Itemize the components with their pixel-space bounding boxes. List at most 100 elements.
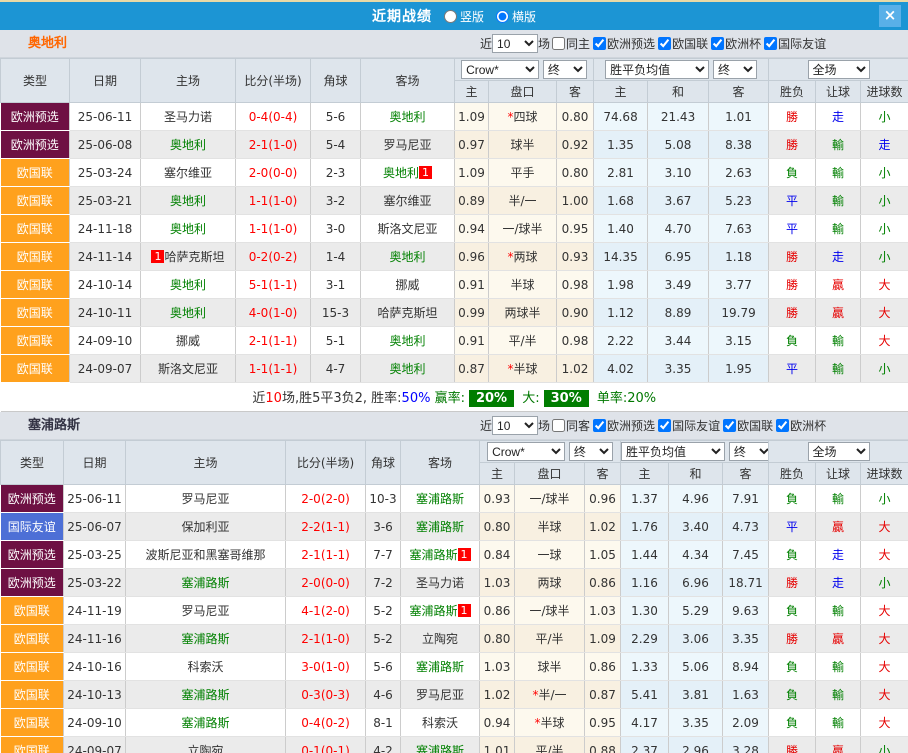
league-type-badge: 欧洲预选 <box>1 569 64 597</box>
final-select-2[interactable]: 终 <box>729 442 769 461</box>
league-filter-2[interactable]: 欧国联 <box>721 417 773 434</box>
away-team: 奥地利 <box>361 327 455 355</box>
result-goals: 大 <box>861 327 908 355</box>
league-filter-0-label: 欧洲预选 <box>607 37 655 51</box>
asterisk-mark: * <box>507 110 513 124</box>
league-filter-2[interactable]: 欧洲杯 <box>709 35 761 52</box>
corners: 3-0 <box>311 215 361 243</box>
same-venue-filter-box[interactable] <box>552 419 565 432</box>
result-outcome: 平 <box>769 187 816 215</box>
mean-draw: 6.95 <box>648 243 709 271</box>
league-type-badge: 欧国联 <box>1 271 70 299</box>
match-count-select[interactable]: 10 <box>492 416 538 435</box>
odds-handicap: 一/球半 <box>489 215 557 243</box>
result-goals: 大 <box>861 271 908 299</box>
layout-option-vertical[interactable]: 竖版 <box>438 8 484 25</box>
odds-home: 0.86 <box>480 597 515 625</box>
score: 1-1(1-1) <box>236 355 311 383</box>
fullmatch-select[interactable]: 全场 <box>808 60 870 79</box>
result-goals: 大 <box>861 625 908 653</box>
result-outcome: 勝 <box>769 103 816 131</box>
score: 0-4(0-4) <box>236 103 311 131</box>
home-team: 波斯尼亚和黑塞哥维那 <box>126 541 286 569</box>
match-date: 24-11-16 <box>64 625 126 653</box>
league-filter-0-box[interactable] <box>593 37 606 50</box>
bookmaker-select[interactable]: Crow* <box>461 60 539 79</box>
same-venue-filter-box[interactable] <box>552 37 565 50</box>
odds-away: 0.90 <box>557 299 594 327</box>
final-select-2[interactable]: 终 <box>713 60 757 79</box>
bookmaker-select[interactable]: Crow* <box>487 442 565 461</box>
league-filter-2-box[interactable] <box>723 419 736 432</box>
asterisk-mark: * <box>507 362 513 376</box>
final-select[interactable]: 终 <box>543 60 587 79</box>
odds-mean-select[interactable]: 胜平负均值 <box>605 60 709 79</box>
final-select[interactable]: 终 <box>569 442 613 461</box>
corners: 5-6 <box>311 103 361 131</box>
column-header-5: 客场 <box>401 441 480 485</box>
league-type-badge: 欧国联 <box>1 299 70 327</box>
result-goals: 小 <box>861 215 908 243</box>
away-team-name: 塞浦路斯 <box>409 548 457 562</box>
home-team-name: 塞浦路斯 <box>181 576 229 590</box>
odds-handicap: *两球 <box>489 243 557 271</box>
league-filter-0[interactable]: 欧洲预选 <box>591 417 655 434</box>
league-filter-3-box[interactable] <box>764 37 777 50</box>
away-team: 塞浦路斯1 <box>401 597 480 625</box>
home-team: 罗马尼亚 <box>126 597 286 625</box>
mean-home: 2.37 <box>621 737 669 753</box>
mean-group-header: 胜平负均值 终 <box>621 441 769 463</box>
mean-draw: 3.49 <box>648 271 709 299</box>
league-filter-0-box[interactable] <box>593 419 606 432</box>
result-handicap: 輸 <box>816 597 861 625</box>
table-row: 欧国联24-11-19罗马尼亚4-1(2-0)5-2塞浦路斯10.86一/球半1… <box>1 597 908 625</box>
home-team: 立陶宛 <box>126 737 286 753</box>
home-team-name: 奥地利 <box>170 194 206 208</box>
league-type-badge: 欧国联 <box>1 215 70 243</box>
mean-away: 8.38 <box>709 131 769 159</box>
match-date: 25-03-25 <box>64 541 126 569</box>
mean-draw: 5.08 <box>648 131 709 159</box>
vertical-radio[interactable] <box>444 10 457 23</box>
league-filter-3-box[interactable] <box>776 419 789 432</box>
mean-draw: 3.35 <box>648 355 709 383</box>
layout-option-horizontal[interactable]: 横版 <box>490 8 536 25</box>
score: 1-1(1-0) <box>236 187 311 215</box>
same-venue-filter[interactable]: 同客 <box>550 417 590 434</box>
same-venue-filter[interactable]: 同主 <box>550 35 590 52</box>
table-row: 国际友谊25-06-07保加利亚2-2(1-1)3-6塞浦路斯0.80半球1.0… <box>1 513 908 541</box>
close-button[interactable]: × <box>879 5 901 27</box>
mean-draw: 4.34 <box>669 541 723 569</box>
league-filter-0[interactable]: 欧洲预选 <box>591 35 655 52</box>
league-filter-1-box[interactable] <box>658 419 671 432</box>
league-filter-1[interactable]: 国际友谊 <box>656 417 720 434</box>
result-goals: 大 <box>861 681 908 709</box>
league-filter-3[interactable]: 欧洲杯 <box>774 417 826 434</box>
fullmatch-select[interactable]: 全场 <box>808 442 870 461</box>
result-handicap: 輸 <box>816 327 861 355</box>
horizontal-radio[interactable] <box>496 10 509 23</box>
sub-column-header-2: 客 <box>557 81 594 103</box>
home-team-name: 塞浦路斯 <box>181 688 229 702</box>
match-count-select[interactable]: 10 <box>492 34 538 53</box>
mean-away: 3.15 <box>709 327 769 355</box>
result-outcome: 負 <box>769 541 816 569</box>
score: 0-2(0-2) <box>236 243 311 271</box>
odds-mean-select[interactable]: 胜平负均值 <box>621 442 725 461</box>
summary-text: 大: <box>518 391 540 406</box>
summary-text: 近 <box>252 391 265 406</box>
score: 3-0(1-0) <box>286 653 366 681</box>
league-filter-1[interactable]: 欧国联 <box>656 35 708 52</box>
same-venue-filter-label: 同主 <box>566 37 590 51</box>
league-filter-1-box[interactable] <box>658 37 671 50</box>
mean-home: 4.17 <box>621 709 669 737</box>
mean-draw: 4.96 <box>669 485 723 513</box>
mean-away: 5.23 <box>709 187 769 215</box>
league-type-badge: 欧国联 <box>1 681 64 709</box>
home-team: 塞浦路斯 <box>126 625 286 653</box>
fullmatch-group-header: 全场 <box>769 59 908 81</box>
league-filter-2-box[interactable] <box>711 37 724 50</box>
league-filter-3[interactable]: 国际友谊 <box>762 35 826 52</box>
mean-away: 7.45 <box>723 541 769 569</box>
odds-home: 0.94 <box>480 709 515 737</box>
